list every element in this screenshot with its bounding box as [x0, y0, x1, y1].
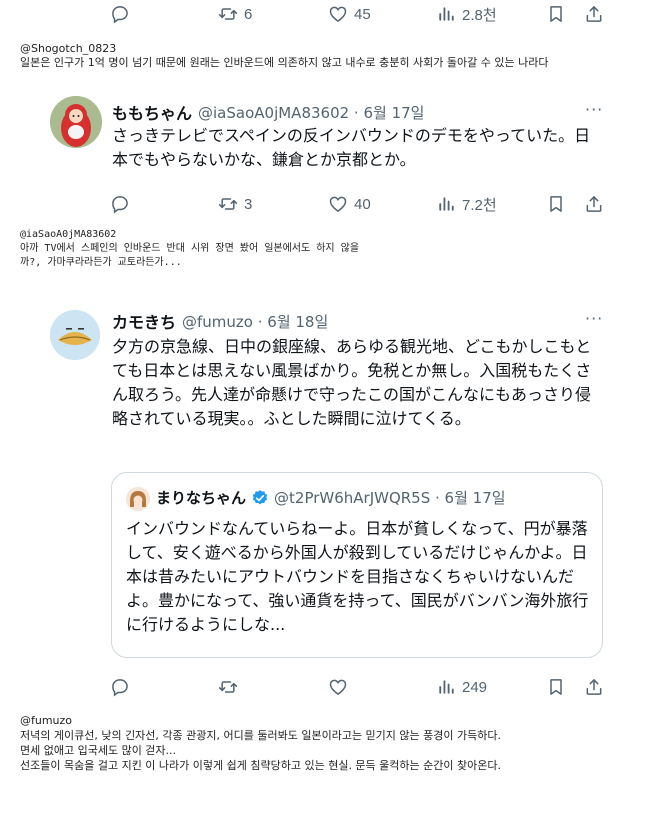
bookmark-button[interactable]	[546, 1, 566, 27]
retweet-count: 3	[244, 195, 253, 213]
reply-icon	[110, 194, 130, 214]
author-handle[interactable]: @iaSaoA0jMA83602 · 6월 17일	[198, 102, 424, 123]
translation-note: @Shogotch_0823 일본은 인구가 1억 명이 넘기 때문에 원래는 …	[20, 42, 640, 70]
like-icon	[328, 677, 348, 697]
views-icon	[436, 4, 456, 24]
note-line: 선조들이 목숨을 걸고 지킨 이 나라가 이렇게 쉽게 침략당하고 있는 현실.…	[20, 759, 501, 772]
share-icon	[584, 194, 604, 214]
retweet-button[interactable]: 6	[218, 1, 252, 27]
like-icon	[328, 4, 348, 24]
views-button[interactable]: 249	[436, 674, 487, 700]
action-bar: 249	[0, 674, 660, 700]
tweet-text: 夕方の京急線、日中の銀座線、あらゆる観光地、どこもかしこもとても日本とは思えない…	[112, 337, 592, 428]
share-icon	[584, 677, 604, 697]
bookmark-button[interactable]	[546, 191, 566, 217]
avatar[interactable]	[50, 310, 100, 360]
translation-note: @iaSaoA0jMA83602 아까 TV에서 스페인의 인바운드 반대 시위…	[20, 228, 360, 270]
views-count: 2.8천	[462, 6, 497, 24]
author-name[interactable]: ももちゃん	[112, 100, 192, 124]
more-options-button[interactable]: ···	[585, 309, 603, 328]
share-button[interactable]	[584, 191, 604, 217]
note-text: 아까 TV에서 스페인의 인바운드 반대 시위 장면 봤어 일본에서도 하지 않…	[20, 243, 360, 268]
retweet-button[interactable]	[218, 674, 244, 700]
note-text: 일본은 인구가 1억 명이 넘기 때문에 원래는 인바운드에 의존하지 않고 내…	[20, 56, 549, 69]
like-button[interactable]: 40	[328, 191, 371, 217]
reply-button[interactable]	[110, 191, 136, 217]
quoted-header: まりなちゃん @t2PrW6hArJWQR5S · 6월 17일	[156, 487, 506, 508]
note-handle: @fumuzo	[20, 714, 73, 727]
views-count: 7.2천	[462, 196, 497, 214]
quoted-author-handle: @t2PrW6hArJWQR5S · 6월 17일	[274, 489, 506, 507]
author-name[interactable]: カモきち	[112, 309, 176, 333]
tweet-header: カモきち @fumuzo · 6월 18일	[112, 309, 328, 333]
translation-note: @fumuzo 저녁의 게이큐선, 낮의 긴자선, 각종 관광지, 어디를 둘러…	[20, 713, 640, 773]
like-count: 40	[354, 195, 371, 213]
matryoshka-avatar-icon	[50, 96, 102, 148]
tweet-text: さっきテレビでスペインの反インバウンドのデモをやっていた。日本でもやらないかな、…	[112, 126, 591, 169]
share-button[interactable]	[584, 1, 604, 27]
quoted-tweet[interactable]: まりなちゃん @t2PrW6hArJWQR5S · 6월 17일 インバウンドな…	[111, 472, 603, 658]
share-button[interactable]	[584, 674, 604, 700]
reply-button[interactable]	[110, 674, 136, 700]
bookmark-icon	[546, 194, 566, 214]
action-bar: 3 40 7.2천	[0, 191, 660, 217]
retweet-icon	[218, 677, 238, 697]
note-handle: @iaSaoA0jMA83602	[20, 229, 117, 240]
retweet-icon	[218, 194, 238, 214]
note-handle: @Shogotch_0823	[20, 42, 117, 55]
author-handle[interactable]: @fumuzo · 6월 18일	[182, 311, 328, 332]
bookmark-button[interactable]	[546, 674, 566, 700]
views-icon	[436, 194, 456, 214]
like-button[interactable]: 45	[328, 1, 371, 27]
retweet-button[interactable]: 3	[218, 191, 252, 217]
like-count: 45	[354, 5, 371, 23]
quoted-tweet-text: インバウンドなんていらねーよ。日本が貧しくなって、円が暴落して、安く遊べるから外…	[126, 519, 589, 634]
duck-avatar-icon	[50, 310, 100, 360]
share-icon	[584, 4, 604, 24]
girl-avatar-icon	[126, 487, 150, 511]
bookmark-icon	[546, 677, 566, 697]
like-button[interactable]	[328, 674, 354, 700]
avatar[interactable]	[50, 96, 102, 148]
action-bar: 6 45 2.8천	[0, 1, 660, 27]
views-button[interactable]: 7.2천	[436, 191, 497, 217]
note-line: 저녁의 게이큐선, 낮의 긴자선, 각종 관광지, 어디를 둘러봐도 일본이라고…	[20, 729, 501, 742]
tweet-header: ももちゃん @iaSaoA0jMA83602 · 6월 17일	[112, 100, 424, 124]
avatar	[126, 487, 150, 511]
reply-icon	[110, 677, 130, 697]
reply-button[interactable]	[110, 1, 136, 27]
retweet-count: 6	[244, 5, 253, 23]
quoted-author-name: まりなちゃん	[156, 489, 247, 507]
like-icon	[328, 194, 348, 214]
note-line: 면세 없애고 입국세도 많이 걷자...	[20, 744, 177, 757]
views-count: 249	[462, 678, 488, 696]
reply-icon	[110, 4, 130, 24]
verified-badge-icon	[252, 489, 268, 504]
bookmark-icon	[546, 4, 566, 24]
views-icon	[436, 677, 456, 697]
more-options-button[interactable]: ···	[585, 100, 603, 119]
views-button[interactable]: 2.8천	[436, 1, 497, 27]
retweet-icon	[218, 4, 238, 24]
